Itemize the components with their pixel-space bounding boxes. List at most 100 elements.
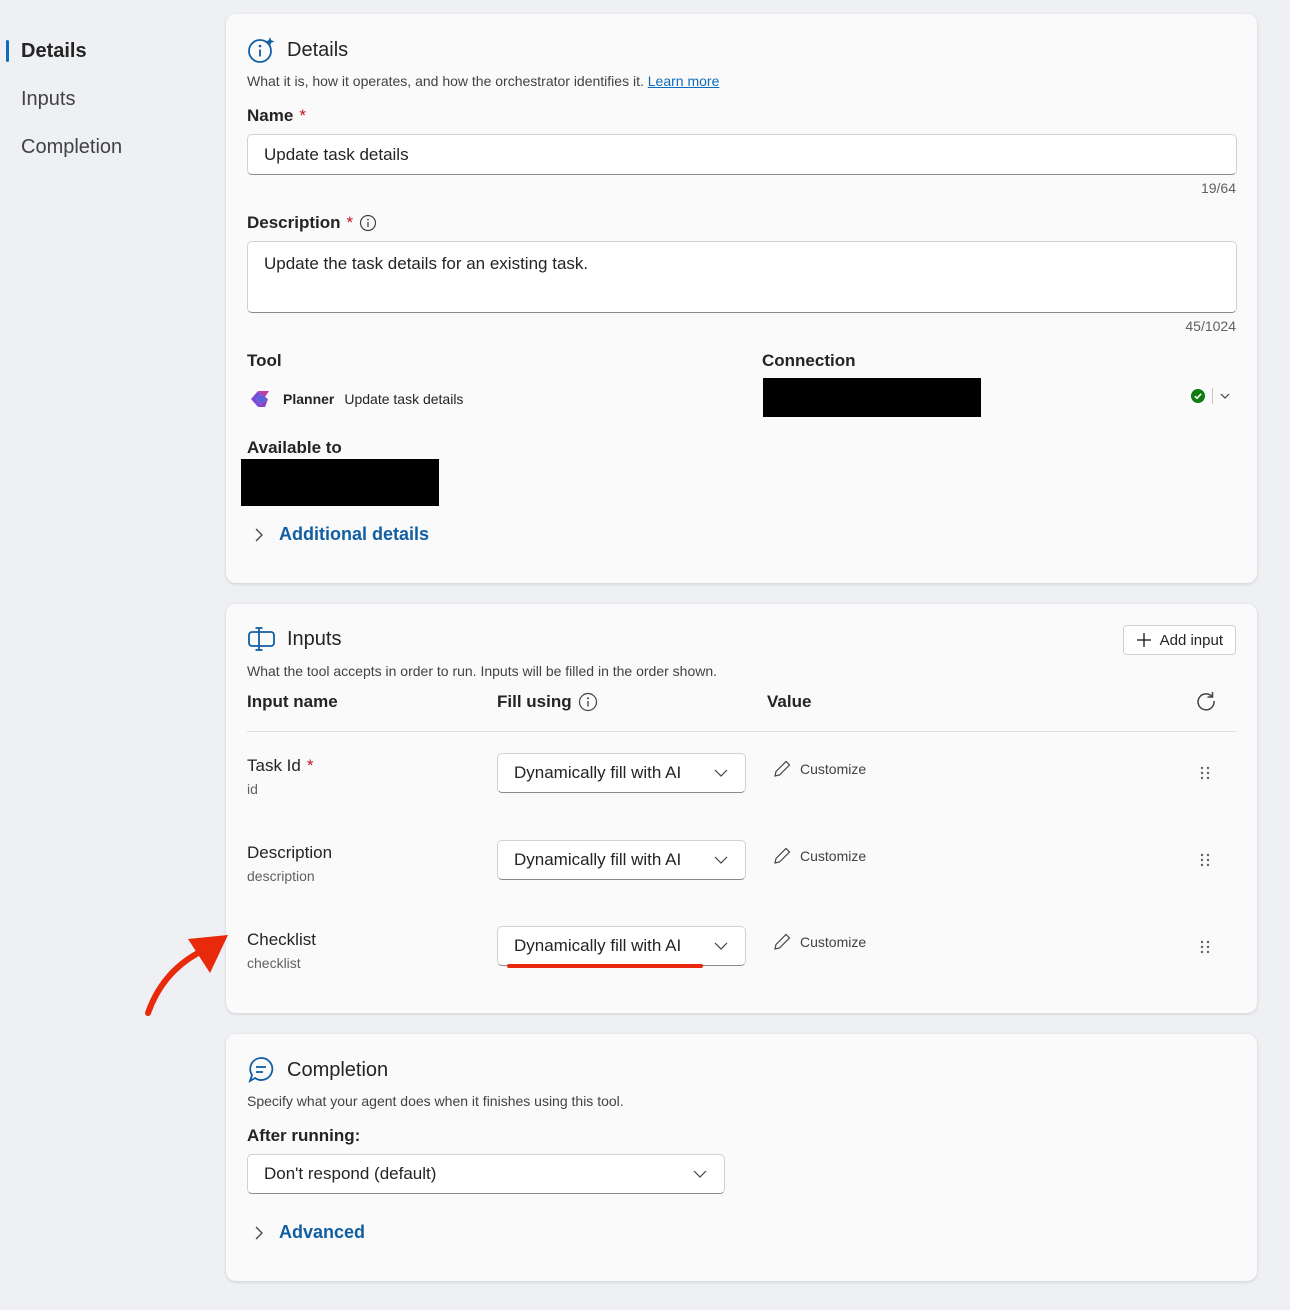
info-icon[interactable] xyxy=(359,214,377,232)
description-label-text: Description xyxy=(247,213,341,232)
fill-using-value: Dynamically fill with AI xyxy=(514,936,682,955)
fill-using-dropdown[interactable]: Dynamically fill with AI xyxy=(497,926,746,966)
available-to-label-text: Available to xyxy=(247,438,342,457)
chevron-down-icon xyxy=(714,856,728,864)
fill-using-dropdown[interactable]: Dynamically fill with AI xyxy=(497,840,746,880)
chevron-down-icon xyxy=(714,769,728,777)
column-fill-using-text: Fill using xyxy=(497,692,572,711)
inputs-title: Inputs xyxy=(287,627,342,650)
add-input-button[interactable]: Add input xyxy=(1122,625,1236,655)
tool-action-name: Update task details xyxy=(344,391,464,407)
connection-divider xyxy=(1212,388,1213,404)
details-header: Details xyxy=(247,35,348,65)
side-nav: Details Inputs Completion xyxy=(0,30,200,174)
required-mark: * xyxy=(299,106,306,125)
completion-title: Completion xyxy=(287,1058,389,1081)
name-label: Name * xyxy=(247,106,306,126)
chevron-right-icon xyxy=(255,1226,263,1239)
refresh-icon[interactable] xyxy=(1195,690,1217,712)
description-counter: 45/1024 xyxy=(1185,318,1236,334)
annotation-arrow-icon xyxy=(145,935,228,1016)
details-subtitle-text: What it is, how it operates, and how the… xyxy=(247,73,644,89)
required-mark: * xyxy=(306,756,314,775)
pencil-icon xyxy=(774,760,791,777)
after-running-dropdown[interactable]: Don't respond (default) xyxy=(247,1154,725,1194)
available-to-redacted xyxy=(241,459,439,506)
customize-button[interactable]: Customize xyxy=(772,846,866,866)
input-row-name: Checklist xyxy=(247,930,316,950)
customize-label: Customize xyxy=(800,761,867,777)
pencil-icon xyxy=(774,847,791,864)
drag-handle-icon[interactable] xyxy=(1199,852,1211,868)
tool-label-text: Tool xyxy=(247,351,282,370)
info-sparkle-icon xyxy=(248,37,275,63)
after-running-label: After running: xyxy=(247,1126,360,1146)
column-input-name-text: Input name xyxy=(247,692,338,711)
inputs-subtitle: What the tool accepts in order to run. I… xyxy=(247,663,718,679)
connection-label: Connection xyxy=(762,351,856,371)
input-row-name-text: Checklist xyxy=(247,930,316,949)
connection-label-text: Connection xyxy=(762,351,856,370)
additional-details-expander[interactable]: Additional details xyxy=(253,524,429,545)
add-icon xyxy=(1136,633,1151,647)
required-mark: * xyxy=(346,213,354,232)
input-row-id: id xyxy=(247,781,258,797)
name-label-text: Name xyxy=(247,106,294,125)
description-field[interactable]: Update the task details for an existing … xyxy=(247,241,1237,313)
completion-subtitle: Specify what your agent does when it fin… xyxy=(247,1093,624,1109)
details-title: Details xyxy=(287,38,349,61)
input-row-name: Description xyxy=(247,843,332,863)
chat-icon xyxy=(248,1057,274,1084)
input-row-name: Task Id * xyxy=(247,756,313,776)
fill-using-value: Dynamically fill with AI xyxy=(514,763,682,782)
name-field[interactable]: Update task details xyxy=(247,134,1237,175)
tool-label: Tool xyxy=(247,351,282,371)
annotation-underline xyxy=(507,964,703,968)
info-icon[interactable] xyxy=(578,692,598,712)
input-row-name-text: Task Id xyxy=(247,756,301,775)
after-running-label-text: After running: xyxy=(247,1126,361,1145)
chevron-right-icon xyxy=(255,528,263,541)
additional-details-label: Additional details xyxy=(279,524,430,544)
details-subtitle: What it is, how it operates, and how the… xyxy=(247,73,719,89)
description-label: Description * xyxy=(247,213,377,233)
nav-item-inputs[interactable]: Inputs xyxy=(0,78,200,126)
connection-redacted xyxy=(763,378,981,417)
drag-handle-icon[interactable] xyxy=(1199,765,1211,781)
inputs-card: Inputs Add input What the tool accepts i… xyxy=(226,604,1257,1013)
fill-using-dropdown[interactable]: Dynamically fill with AI xyxy=(497,753,746,793)
completion-header: Completion xyxy=(247,1055,388,1085)
chevron-down-icon xyxy=(1220,393,1230,399)
after-running-value: Don't respond (default) xyxy=(264,1164,437,1183)
planner-icon xyxy=(251,391,269,407)
pencil-icon xyxy=(774,933,791,950)
connection-status[interactable] xyxy=(1190,388,1231,404)
chevron-down-icon xyxy=(714,942,728,950)
learn-more-link[interactable]: Learn more xyxy=(648,73,720,89)
input-row-id: description xyxy=(247,868,315,884)
column-input-name: Input name xyxy=(247,692,338,712)
customize-button[interactable]: Customize xyxy=(772,932,866,952)
customize-label: Customize xyxy=(800,848,867,864)
drag-handle-icon[interactable] xyxy=(1199,939,1211,955)
column-value: Value xyxy=(767,692,811,712)
details-card: Details What it is, how it operates, and… xyxy=(226,14,1257,583)
input-row-name-text: Description xyxy=(247,843,333,862)
add-input-label: Add input xyxy=(1159,631,1223,649)
customize-label: Customize xyxy=(800,934,867,950)
inputs-header-divider xyxy=(247,731,1236,732)
status-check-icon xyxy=(1191,389,1205,403)
name-counter: 19/64 xyxy=(1200,180,1236,196)
input-row-id: checklist xyxy=(247,955,301,971)
tool-row: Planner Update task details xyxy=(247,387,463,411)
customize-button[interactable]: Customize xyxy=(772,759,866,779)
column-value-text: Value xyxy=(767,692,812,711)
inputs-header: Inputs xyxy=(247,625,341,653)
fill-using-value: Dynamically fill with AI xyxy=(514,850,682,869)
nav-item-details[interactable]: Details xyxy=(0,30,200,78)
chevron-down-icon xyxy=(693,1170,707,1178)
nav-item-completion[interactable]: Completion xyxy=(0,126,200,174)
advanced-expander[interactable]: Advanced xyxy=(253,1222,365,1243)
advanced-label: Advanced xyxy=(279,1222,366,1242)
available-to-label: Available to xyxy=(247,438,342,458)
